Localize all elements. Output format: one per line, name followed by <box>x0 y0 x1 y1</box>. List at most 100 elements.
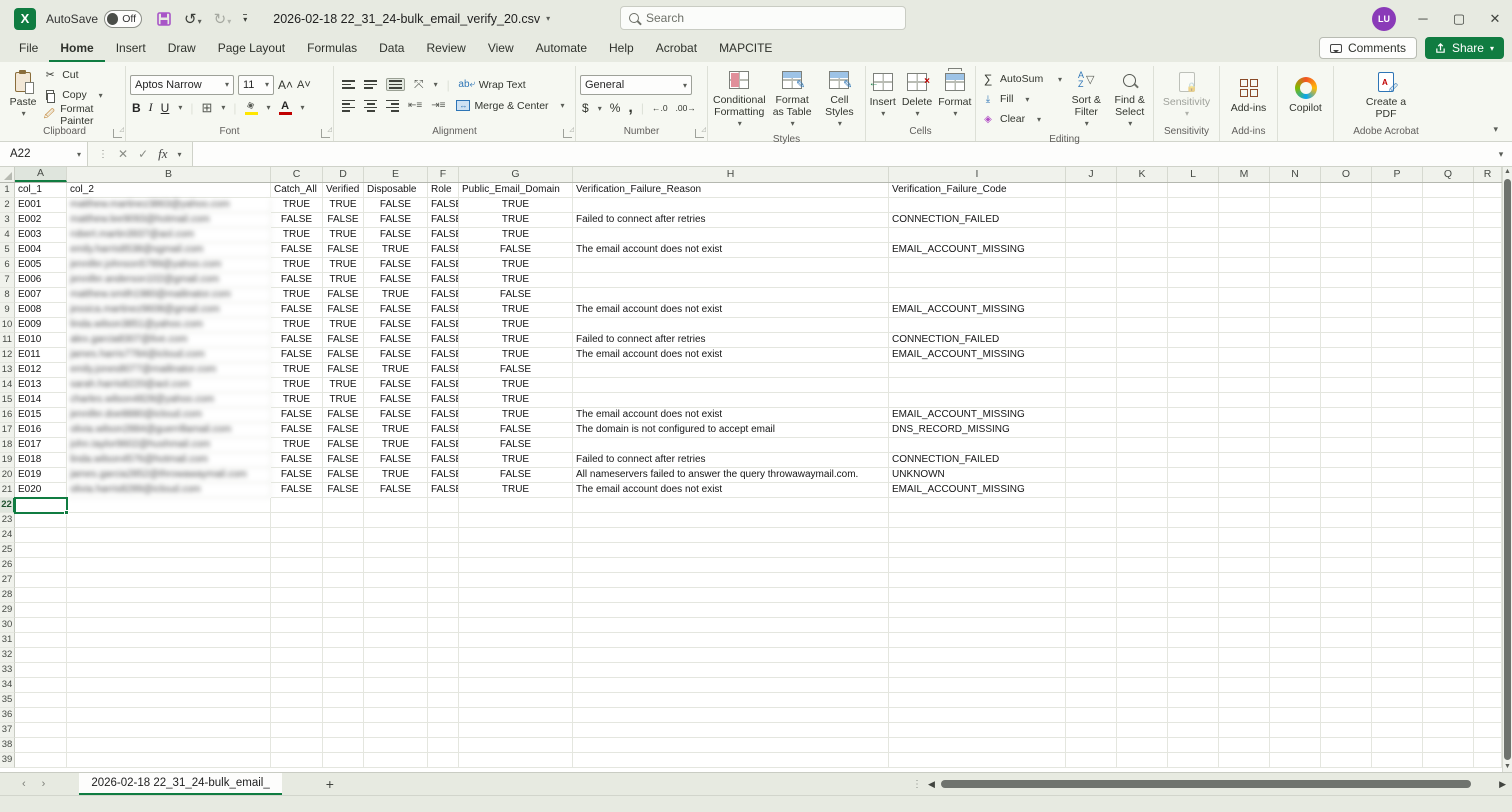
cell-Q33[interactable] <box>1423 663 1474 678</box>
cell-G31[interactable] <box>459 633 573 648</box>
cell-L22[interactable] <box>1168 498 1219 513</box>
cell-A26[interactable] <box>15 558 67 573</box>
cell-L7[interactable] <box>1168 273 1219 288</box>
cell-D4[interactable]: TRUE <box>323 228 364 243</box>
cell-Q28[interactable] <box>1423 588 1474 603</box>
cell-H35[interactable] <box>573 693 889 708</box>
cell-C23[interactable] <box>271 513 323 528</box>
cell-G20[interactable]: FALSE <box>459 468 573 483</box>
row-header-4[interactable]: 4 <box>0 228 15 243</box>
cell-L38[interactable] <box>1168 738 1219 753</box>
cell-H38[interactable] <box>573 738 889 753</box>
cell-A28[interactable] <box>15 588 67 603</box>
cell-R29[interactable] <box>1474 603 1502 618</box>
cell-C37[interactable] <box>271 723 323 738</box>
cell-O34[interactable] <box>1321 678 1372 693</box>
sort-filter-button[interactable]: AZ ▽ Sort & Filter▾ <box>1066 66 1106 132</box>
cell-P36[interactable] <box>1372 708 1423 723</box>
decrease-indent-icon[interactable]: ⇤≡ <box>408 100 422 111</box>
underline-button[interactable]: U <box>161 101 170 115</box>
cell-M15[interactable] <box>1219 393 1270 408</box>
cell-C27[interactable] <box>271 573 323 588</box>
cell-M4[interactable] <box>1219 228 1270 243</box>
cell-K30[interactable] <box>1117 618 1168 633</box>
cell-I3[interactable]: CONNECTION_FAILED <box>889 213 1066 228</box>
cell-G21[interactable]: TRUE <box>459 483 573 498</box>
cell-J24[interactable] <box>1066 528 1117 543</box>
column-header-O[interactable]: O <box>1321 167 1372 182</box>
cell-R12[interactable] <box>1474 348 1502 363</box>
ribbon-tab-formulas[interactable]: Formulas <box>296 38 368 62</box>
cell-O2[interactable] <box>1321 198 1372 213</box>
cell-E19[interactable]: FALSE <box>364 453 428 468</box>
cell-F37[interactable] <box>428 723 459 738</box>
cell-H17[interactable]: The domain is not configured to accept e… <box>573 423 889 438</box>
cell-D30[interactable] <box>323 618 364 633</box>
cell-E1[interactable]: Disposable <box>364 183 428 198</box>
cell-A33[interactable] <box>15 663 67 678</box>
cell-J36[interactable] <box>1066 708 1117 723</box>
cell-B23[interactable] <box>67 513 271 528</box>
cell-E22[interactable] <box>364 498 428 513</box>
cell-C9[interactable]: FALSE <box>271 303 323 318</box>
row-header-14[interactable]: 14 <box>0 378 15 393</box>
save-icon[interactable] <box>156 11 172 27</box>
cell-H5[interactable]: The email account does not exist <box>573 243 889 258</box>
cell-F16[interactable]: FALSE <box>428 408 459 423</box>
cell-E9[interactable]: FALSE <box>364 303 428 318</box>
cut-button[interactable]: ✂Cut <box>42 67 121 84</box>
cell-H18[interactable] <box>573 438 889 453</box>
cell-Q19[interactable] <box>1423 453 1474 468</box>
cell-G6[interactable]: TRUE <box>459 258 573 273</box>
cell-K11[interactable] <box>1117 333 1168 348</box>
cell-Q21[interactable] <box>1423 483 1474 498</box>
cell-C25[interactable] <box>271 543 323 558</box>
increase-decimal-button[interactable]: ←.0 <box>652 103 668 113</box>
cell-G29[interactable] <box>459 603 573 618</box>
cell-R38[interactable] <box>1474 738 1502 753</box>
cell-N24[interactable] <box>1270 528 1321 543</box>
cell-G38[interactable] <box>459 738 573 753</box>
cell-C34[interactable] <box>271 678 323 693</box>
horizontal-scroll-thumb[interactable] <box>941 780 1471 788</box>
cell-N28[interactable] <box>1270 588 1321 603</box>
currency-button[interactable]: $ <box>582 101 589 115</box>
cell-L20[interactable] <box>1168 468 1219 483</box>
cell-P22[interactable] <box>1372 498 1423 513</box>
cell-K32[interactable] <box>1117 648 1168 663</box>
align-bottom-icon[interactable] <box>386 78 405 91</box>
cell-M25[interactable] <box>1219 543 1270 558</box>
cell-G28[interactable] <box>459 588 573 603</box>
cell-R31[interactable] <box>1474 633 1502 648</box>
cell-C15[interactable]: TRUE <box>271 393 323 408</box>
cell-L37[interactable] <box>1168 723 1219 738</box>
cell-M32[interactable] <box>1219 648 1270 663</box>
cell-N9[interactable] <box>1270 303 1321 318</box>
cell-C38[interactable] <box>271 738 323 753</box>
cell-K18[interactable] <box>1117 438 1168 453</box>
cell-F24[interactable] <box>428 528 459 543</box>
cell-J13[interactable] <box>1066 363 1117 378</box>
cell-L14[interactable] <box>1168 378 1219 393</box>
cell-D27[interactable] <box>323 573 364 588</box>
cell-P2[interactable] <box>1372 198 1423 213</box>
ribbon-tab-draw[interactable]: Draw <box>157 38 207 62</box>
cell-B30[interactable] <box>67 618 271 633</box>
new-sheet-button[interactable]: + <box>282 773 378 795</box>
cell-G32[interactable] <box>459 648 573 663</box>
cell-G8[interactable]: FALSE <box>459 288 573 303</box>
column-header-J[interactable]: J <box>1066 167 1117 182</box>
cell-A23[interactable] <box>15 513 67 528</box>
row-header-12[interactable]: 12 <box>0 348 15 363</box>
format-cells-button[interactable]: Format▾ <box>937 68 972 122</box>
cell-G11[interactable]: TRUE <box>459 333 573 348</box>
formula-bar-expand-icon[interactable]: ▾ <box>1490 142 1512 166</box>
cell-K13[interactable] <box>1117 363 1168 378</box>
cell-O26[interactable] <box>1321 558 1372 573</box>
cell-O39[interactable] <box>1321 753 1372 768</box>
cell-O29[interactable] <box>1321 603 1372 618</box>
cell-A2[interactable]: E001 <box>15 198 67 213</box>
cell-I36[interactable] <box>889 708 1066 723</box>
cell-R36[interactable] <box>1474 708 1502 723</box>
cell-L33[interactable] <box>1168 663 1219 678</box>
